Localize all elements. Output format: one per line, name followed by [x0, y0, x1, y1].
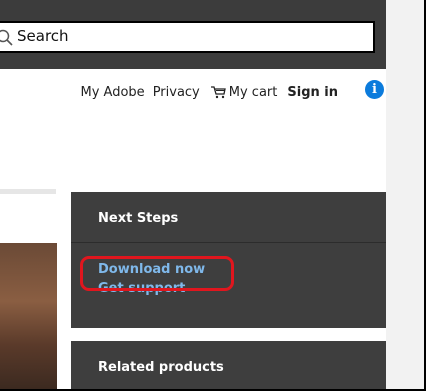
nav-my-adobe-link[interactable]: My Adobe: [81, 85, 145, 100]
cart-label: My cart: [228, 84, 278, 100]
sign-in-link[interactable]: Sign in: [287, 85, 338, 100]
nav-cart-link[interactable]: My cart: [210, 84, 278, 100]
info-icon[interactable]: i: [365, 80, 384, 99]
page-gutter: [386, 0, 424, 389]
browser-viewport: My Adobe Privacy My cart Sign in i Next …: [0, 0, 426, 391]
header-bar: [0, 0, 386, 69]
content-divider: [0, 189, 56, 194]
search-input[interactable]: [17, 27, 357, 45]
highlight-annotation: [80, 256, 234, 291]
search-icon: [0, 29, 13, 46]
related-products-panel: Related products: [71, 341, 386, 389]
utility-nav: My Adobe Privacy My cart Sign in: [0, 82, 386, 102]
next-steps-title: Next Steps: [98, 211, 179, 226]
hero-image: [0, 243, 57, 389]
panel-divider: [71, 242, 386, 243]
cart-icon: [210, 86, 226, 99]
related-products-title[interactable]: Related products: [98, 360, 224, 375]
nav-privacy-link[interactable]: Privacy: [153, 85, 200, 100]
search-box[interactable]: [0, 21, 375, 53]
